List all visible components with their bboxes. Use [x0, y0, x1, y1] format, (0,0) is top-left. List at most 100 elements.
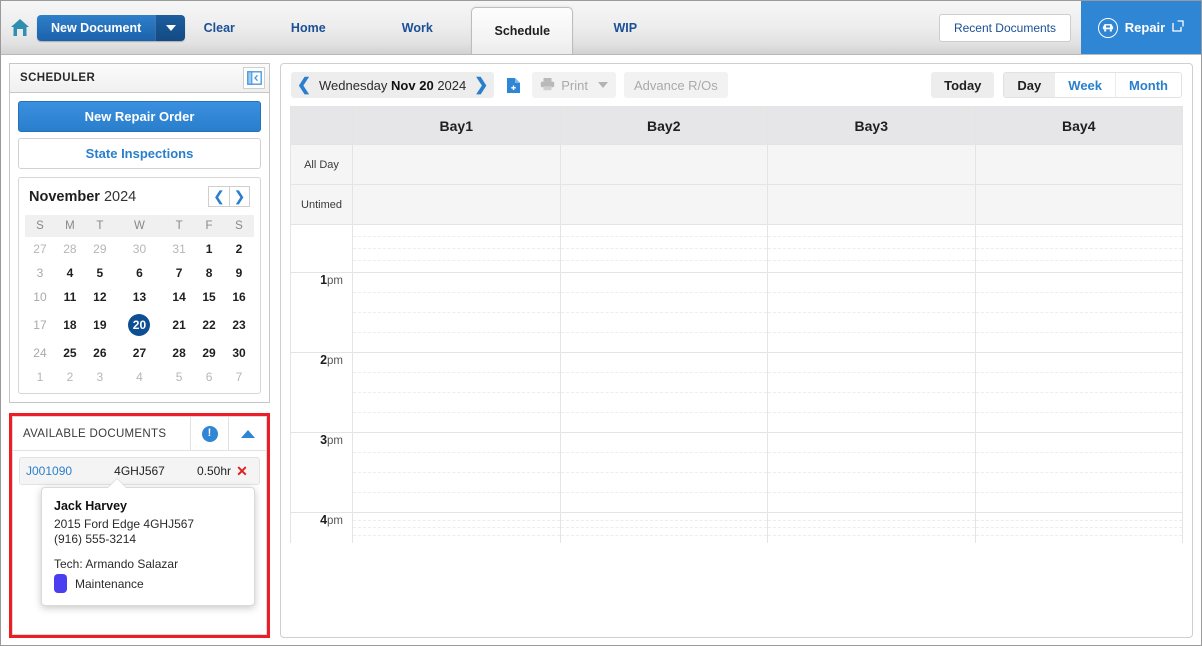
quarter-hour-slot[interactable]	[560, 521, 767, 529]
quarter-hour-slot[interactable]	[975, 521, 1182, 529]
quarter-hour-slot[interactable]	[353, 473, 560, 493]
quarter-hour-slot[interactable]	[561, 261, 768, 272]
view-mode-day[interactable]: Day	[1004, 73, 1056, 97]
calendar-day[interactable]: 14	[164, 285, 194, 309]
calendar-day[interactable]: 6	[194, 365, 224, 389]
close-icon[interactable]: ✕	[231, 463, 253, 480]
calendar-day[interactable]: 1	[194, 237, 224, 261]
calendar-day[interactable]: 3	[85, 365, 115, 389]
slot-cell[interactable]	[974, 144, 1183, 185]
quarter-hour-slot[interactable]	[768, 433, 975, 453]
chevron-up-icon[interactable]	[228, 417, 266, 450]
quarter-hour-slot[interactable]	[353, 293, 560, 313]
home-icon[interactable]	[7, 15, 33, 41]
chevron-left-icon[interactable]: ❮	[208, 186, 229, 207]
calendar-day[interactable]: 2	[55, 365, 85, 389]
quarter-hour-slot[interactable]	[560, 513, 767, 521]
hour-slot-cell[interactable]	[352, 224, 561, 273]
calendar-day[interactable]: 17	[25, 309, 55, 341]
quarter-hour-slot[interactable]	[353, 237, 560, 249]
repair-module-button[interactable]: Repair	[1081, 1, 1201, 54]
quarter-hour-slot[interactable]	[560, 353, 767, 373]
quarter-hour-slot[interactable]	[975, 528, 1182, 536]
quarter-hour-slot[interactable]	[768, 333, 975, 352]
hour-slot-cell[interactable]	[352, 432, 561, 513]
calendar-day[interactable]: 19	[85, 309, 115, 341]
calendar-day[interactable]: 25	[55, 341, 85, 365]
quarter-hour-slot[interactable]	[975, 513, 1182, 521]
alert-info-icon[interactable]: !	[190, 417, 228, 450]
quarter-hour-slot[interactable]	[768, 393, 975, 413]
new-document-dropdown-toggle[interactable]	[155, 14, 186, 41]
calendar-day[interactable]: 2	[224, 237, 254, 261]
calendar-day[interactable]: 30	[224, 341, 254, 365]
nav-link-wip[interactable]: WIP	[573, 1, 677, 54]
hour-slot-cell[interactable]	[974, 352, 1183, 433]
view-mode-week[interactable]: Week	[1055, 73, 1117, 97]
tab-schedule[interactable]: Schedule	[471, 7, 574, 54]
quarter-hour-slot[interactable]	[975, 393, 1182, 413]
quarter-hour-slot[interactable]	[976, 413, 1183, 432]
quarter-hour-slot[interactable]	[353, 513, 560, 521]
print-button[interactable]: Print	[532, 72, 616, 98]
quarter-hour-slot[interactable]	[353, 373, 560, 393]
quarter-hour-slot[interactable]	[560, 528, 767, 536]
hour-slot-cell[interactable]	[559, 352, 768, 433]
quarter-hour-slot[interactable]	[976, 261, 1183, 272]
quarter-hour-slot[interactable]	[353, 249, 560, 261]
view-mode-month[interactable]: Month	[1116, 73, 1181, 97]
quarter-hour-slot[interactable]	[561, 536, 768, 543]
quarter-hour-slot[interactable]	[768, 225, 975, 237]
calendar-day[interactable]: 4	[55, 261, 85, 285]
quarter-hour-slot[interactable]	[976, 536, 1183, 543]
quarter-hour-slot[interactable]	[976, 493, 1183, 512]
quarter-hour-slot[interactable]	[768, 521, 975, 529]
quarter-hour-slot[interactable]	[560, 293, 767, 313]
hour-slot-cell[interactable]	[352, 512, 561, 543]
calendar-day[interactable]: 26	[85, 341, 115, 365]
quarter-hour-slot[interactable]	[560, 273, 767, 293]
quarter-hour-slot[interactable]	[975, 353, 1182, 373]
slot-cell[interactable]	[559, 144, 768, 185]
quarter-hour-slot[interactable]	[353, 393, 560, 413]
hour-slot-cell[interactable]	[559, 272, 768, 353]
quarter-hour-slot[interactable]	[353, 313, 560, 333]
nav-link-home[interactable]: Home	[253, 1, 363, 54]
chevron-right-icon[interactable]: ❯	[229, 186, 250, 207]
quarter-hour-slot[interactable]	[561, 333, 768, 352]
quarter-hour-slot[interactable]	[560, 393, 767, 413]
hour-slot-cell[interactable]	[352, 352, 561, 433]
slot-cell[interactable]	[352, 144, 561, 185]
quarter-hour-slot[interactable]	[353, 536, 560, 543]
state-inspections-button[interactable]: State Inspections	[18, 138, 261, 169]
quarter-hour-slot[interactable]	[976, 333, 1183, 352]
quarter-hour-slot[interactable]	[975, 249, 1182, 261]
quarter-hour-slot[interactable]	[353, 521, 560, 529]
quarter-hour-slot[interactable]	[768, 453, 975, 473]
hour-slot-cell[interactable]	[767, 432, 976, 513]
calendar-day[interactable]: 3	[25, 261, 55, 285]
quarter-hour-slot[interactable]	[768, 313, 975, 333]
calendar-day[interactable]: 22	[194, 309, 224, 341]
quarter-hour-slot[interactable]	[768, 261, 975, 272]
quarter-hour-slot[interactable]	[353, 413, 560, 432]
calendar-day[interactable]: 4	[115, 365, 164, 389]
hour-slot-cell[interactable]	[974, 272, 1183, 353]
quarter-hour-slot[interactable]	[353, 353, 560, 373]
quarter-hour-slot[interactable]	[561, 413, 768, 432]
collapse-panel-icon[interactable]	[243, 67, 265, 89]
calendar-day[interactable]: 18	[55, 309, 85, 341]
calendar-day[interactable]: 29	[85, 237, 115, 261]
add-document-icon[interactable]	[502, 74, 524, 96]
quarter-hour-slot[interactable]	[768, 528, 975, 536]
calendar-day[interactable]: 9	[224, 261, 254, 285]
quarter-hour-slot[interactable]	[560, 225, 767, 237]
quarter-hour-slot[interactable]	[768, 536, 975, 543]
quarter-hour-slot[interactable]	[768, 413, 975, 432]
calendar-day[interactable]: 12	[85, 285, 115, 309]
recent-documents-button[interactable]: Recent Documents	[938, 13, 1071, 42]
calendar-day[interactable]: 30	[115, 237, 164, 261]
quarter-hour-slot[interactable]	[975, 453, 1182, 473]
calendar-day[interactable]: 28	[164, 341, 194, 365]
quarter-hour-slot[interactable]	[353, 333, 560, 352]
